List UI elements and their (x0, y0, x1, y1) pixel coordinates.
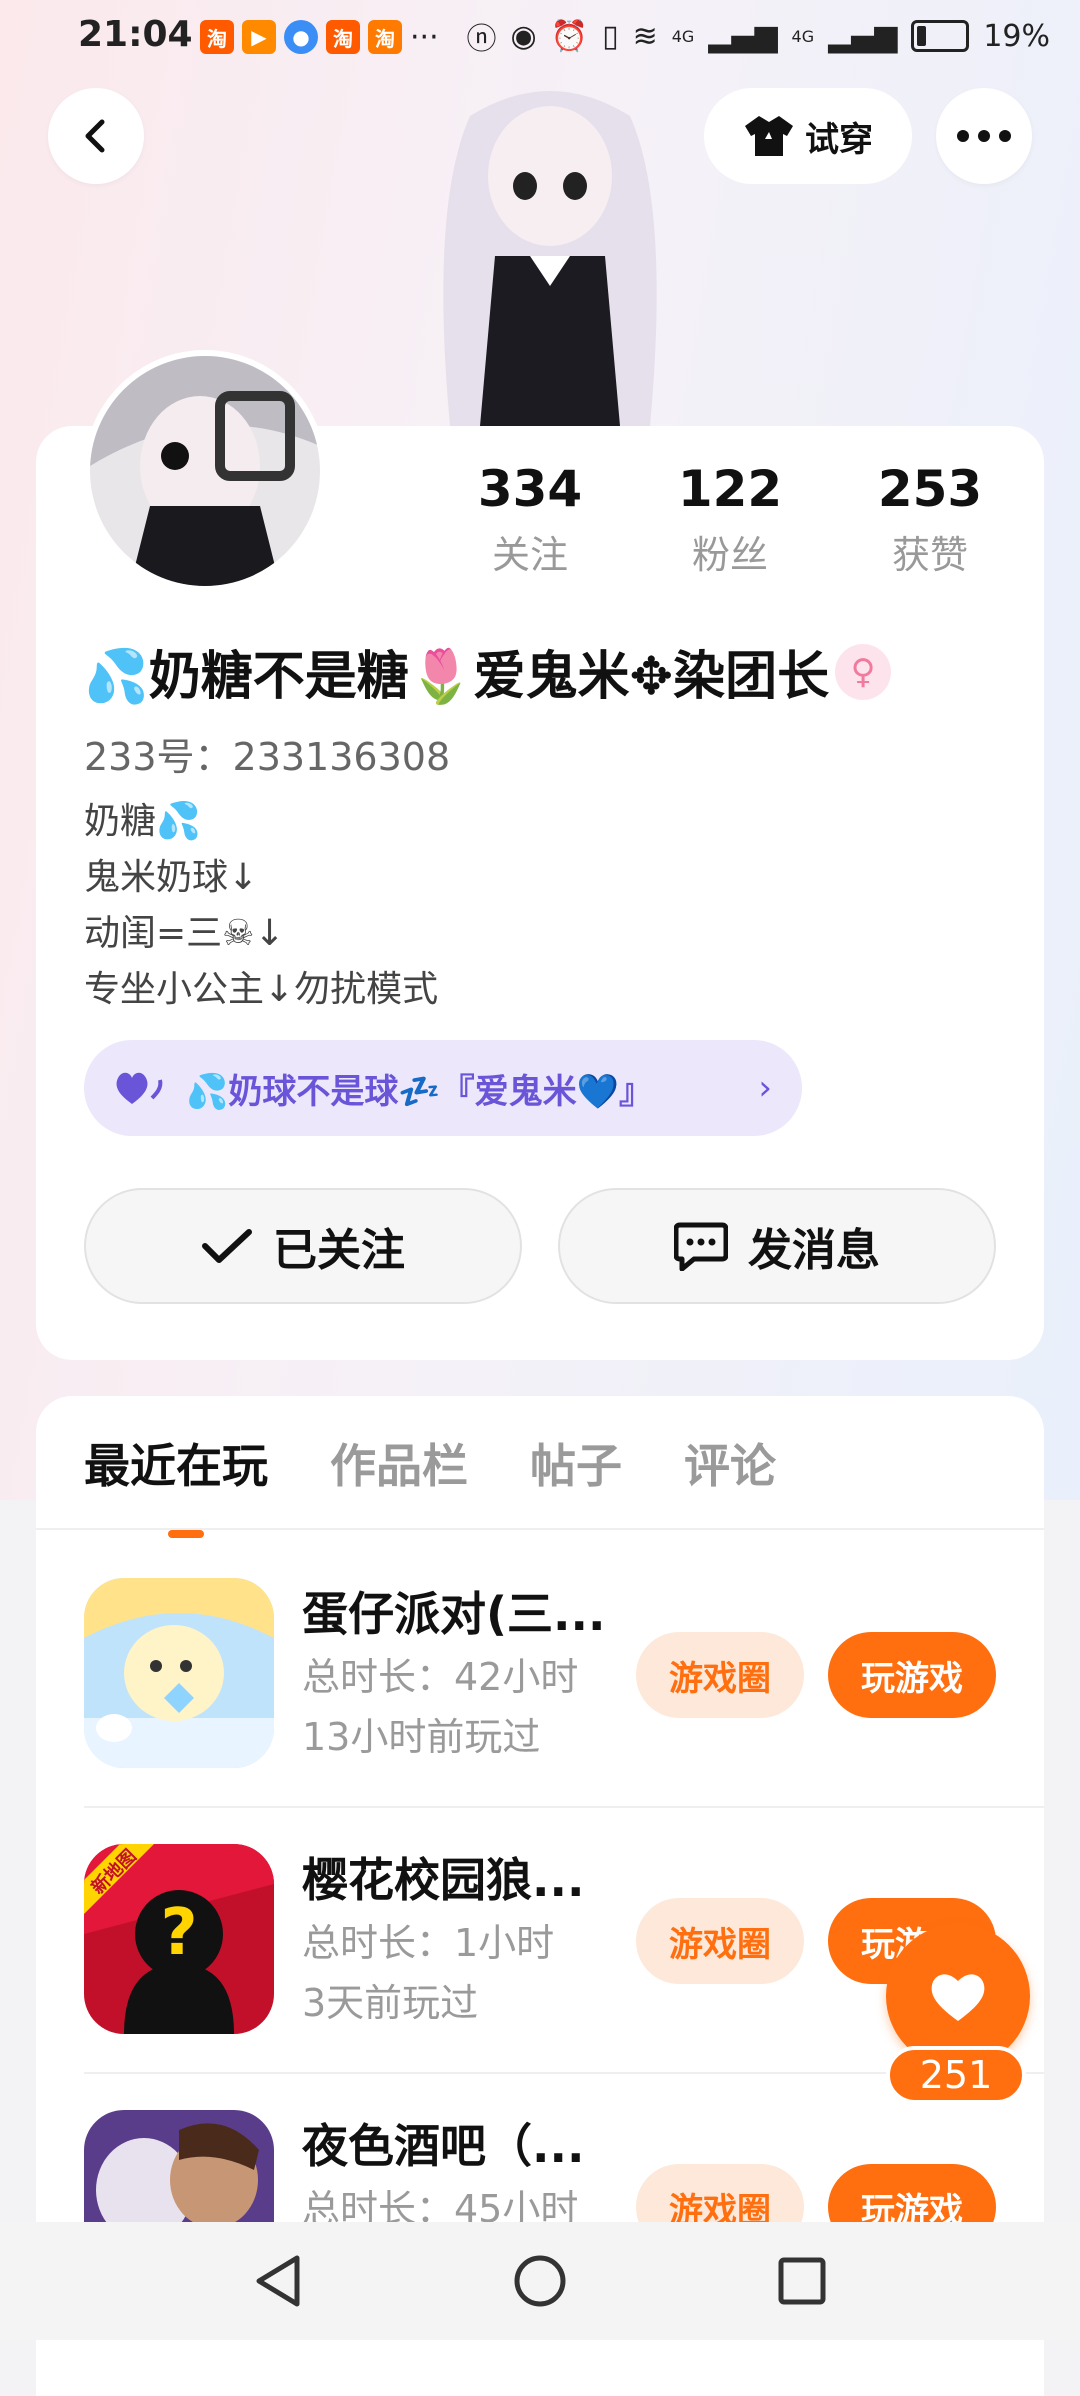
more-button[interactable] (936, 88, 1032, 184)
wifi-icon: ≋ (632, 18, 658, 54)
group-link[interactable]: 💦奶球不是球💤『爱鬼米💙』 › (84, 1040, 802, 1136)
browser-icon: ● (284, 20, 318, 54)
message-button[interactable]: 发消息 (558, 1188, 996, 1304)
tab-recently-played[interactable]: 最近在玩 (84, 1430, 268, 1538)
stat-likes[interactable]: 253 获赞 (830, 460, 1030, 579)
avatar-character-figure (400, 86, 700, 426)
stat-followers[interactable]: 122 粉丝 (630, 460, 830, 579)
followed-button[interactable]: 已关注 (84, 1188, 522, 1304)
game-name: 夜色酒吧（... (302, 2119, 585, 2173)
stat-value: 253 (877, 460, 983, 518)
game-circle-button[interactable]: 游戏圈 (636, 1632, 804, 1718)
game-duration: 总时长：42小时 (302, 1655, 579, 1699)
back-button[interactable] (48, 88, 144, 184)
avatar[interactable] (84, 350, 326, 592)
play-game-button[interactable]: 玩游戏 (828, 1632, 996, 1718)
battery-percent: 19% (983, 18, 1050, 54)
nickname-row: 💦奶糖不是糖🌷爱鬼米✥染团长 ♀ (84, 634, 892, 709)
game-last-played: 3天前玩过 (302, 1981, 479, 2025)
status-overflow: ··· (410, 20, 439, 55)
notification-icons: 淘 ▶ ● 淘 淘 ··· (200, 20, 439, 55)
game-last-played: 13小时前玩过 (302, 1715, 541, 1759)
hearts-icon (116, 1072, 163, 1104)
user-id: 233号：233136308 (84, 735, 451, 779)
bio-line: 专坐小公主↓勿扰模式 (84, 969, 439, 1010)
profile-tabs: 最近在玩 作品栏 帖子 评论 (84, 1430, 776, 1538)
stat-label: 关注 (491, 533, 568, 577)
check-icon (202, 1229, 252, 1263)
chevron-right-icon: › (758, 1068, 772, 1108)
like-count: 251 (886, 2046, 1026, 2104)
tshirt-icon (745, 116, 793, 156)
bio-line: 鬼米奶球↓ (84, 857, 259, 898)
system-nav-bar (0, 2222, 1080, 2340)
taobao-icon: 淘 (368, 20, 402, 54)
group-label: 💦奶球不是球💤『爱鬼米💙』 (186, 1071, 654, 1112)
eye-icon: ◉ (510, 18, 537, 54)
bio: 奶糖💦 鬼米奶球↓ 动闺=三☠↓ 专坐小公主↓勿扰模式 (84, 794, 438, 1018)
home-circle-icon[interactable] (513, 2254, 567, 2308)
message-label: 发消息 (748, 1225, 880, 1276)
bio-line: 动闺=三☠↓ (84, 913, 285, 954)
signal-icon: ▂▄▆ (828, 18, 898, 54)
followed-label: 已关注 (273, 1225, 405, 1276)
status-bar: 21:04 淘 ▶ ● 淘 淘 ··· ⓝ ◉ ⏰ ▯ ≋ 4G ▂▄▆ 4G … (0, 0, 1080, 76)
heart-icon (931, 1974, 985, 2021)
signal-icon: ▂▄▆ (708, 18, 778, 54)
network-label-1: 4G (671, 26, 695, 46)
chevron-left-icon (85, 119, 105, 153)
gender-symbol: ♀ (850, 651, 876, 692)
game-duration: 总时长：1小时 (302, 1921, 555, 1965)
more-dots-icon (957, 130, 1011, 142)
game-icon[interactable] (84, 1578, 274, 1768)
female-gender-icon: ♀ (835, 643, 892, 700)
svg-text:?: ? (160, 1896, 197, 1970)
tabs-divider (36, 1528, 1044, 1530)
network-label-2: 4G (791, 26, 815, 46)
alarm-icon: ⏰ (550, 18, 589, 54)
battery-icon (911, 20, 970, 52)
vibrate-icon: ▯ (602, 18, 619, 54)
recents-square-icon[interactable] (777, 2256, 827, 2306)
try-on-button[interactable]: 试穿 (704, 88, 912, 184)
profile-stats: 334 关注 122 粉丝 253 获赞 (430, 460, 1030, 579)
stat-label: 获赞 (891, 533, 968, 577)
status-right: ⓝ ◉ ⏰ ▯ ≋ 4G ▂▄▆ 4G ▂▄▆ 19% (467, 14, 1050, 58)
game-icon[interactable]: ? 新地图 (84, 1844, 274, 2034)
tab-works[interactable]: 作品栏 (330, 1430, 468, 1496)
tab-posts[interactable]: 帖子 (530, 1430, 622, 1496)
stat-label: 粉丝 (691, 533, 768, 577)
game-name: 樱花校园狼... (302, 1853, 585, 1907)
taobao-icon: 淘 (326, 20, 360, 54)
tab-comments[interactable]: 评论 (684, 1430, 776, 1496)
try-on-label: 试穿 (805, 119, 873, 160)
game-name: 蛋仔派对(三... (302, 1587, 606, 1641)
nickname: 💦奶糖不是糖🌷爱鬼米✥染团长 (84, 647, 830, 707)
nfc-icon: ⓝ (466, 22, 497, 57)
taobao-icon: 淘 (200, 20, 234, 54)
status-time: 21:04 (78, 14, 193, 55)
list-item[interactable]: 蛋仔派对(三... 总时长：42小时 13小时前玩过 游戏圈 玩游戏 (84, 1538, 1044, 1804)
game-circle-button[interactable]: 游戏圈 (636, 1898, 804, 1984)
stat-value: 334 (477, 460, 583, 518)
stat-following[interactable]: 334 关注 (430, 460, 630, 579)
chat-bubble-icon (674, 1222, 728, 1271)
stat-value: 122 (677, 460, 783, 518)
bio-line: 奶糖💦 (84, 801, 201, 842)
play-app-icon: ▶ (242, 20, 276, 54)
back-triangle-icon[interactable] (253, 2254, 303, 2308)
